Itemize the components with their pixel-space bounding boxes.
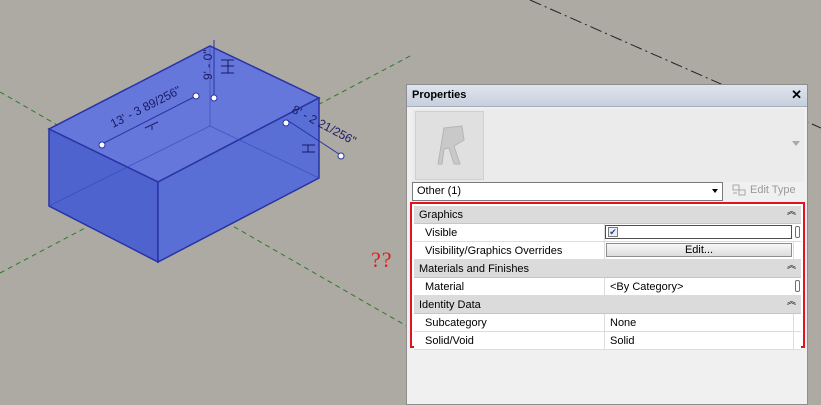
section-header-materials[interactable]: Materials and Finishes ︽ [414, 260, 801, 278]
section-header-identity[interactable]: Identity Data ︽ [414, 296, 801, 314]
property-name: Visibility/Graphics Overrides [425, 245, 563, 257]
property-name: Material [425, 281, 465, 293]
section-label: Materials and Finishes [419, 263, 530, 275]
section-label: Identity Data [419, 299, 481, 311]
property-row-visible: Visible ✔ [414, 224, 801, 242]
model-viewport[interactable]: 13' - 3 89/256" 9' - 0" 8' - 2 21/256" ?… [0, 0, 821, 405]
collapse-icon[interactable]: ︽ [787, 207, 796, 216]
type-selector-value: Other (1) [417, 185, 462, 197]
property-row-subcategory[interactable]: Subcategory None [414, 314, 801, 332]
solid-void-value[interactable]: Solid [610, 335, 634, 347]
property-row-material[interactable]: Material <By Category> [414, 278, 801, 296]
properties-palette: Properties ✕ Other (1) Edit Type Graphic… [406, 84, 808, 405]
preview-dropdown-icon[interactable] [792, 141, 800, 146]
material-value[interactable]: <By Category> [610, 281, 683, 293]
visible-field[interactable]: ✔ [605, 225, 792, 239]
type-selector-dropdown[interactable]: Other (1) [412, 182, 723, 201]
edit-type-icon [732, 184, 746, 196]
property-row-solid-void[interactable]: Solid/Void Solid [414, 332, 801, 350]
selected-mass-box[interactable] [47, 45, 321, 264]
section-label: Graphics [419, 209, 464, 221]
property-name: Solid/Void [425, 335, 474, 347]
family-thumbnail [415, 111, 484, 180]
property-row-visibility-overrides: Visibility/Graphics Overrides Edit... [414, 242, 801, 260]
revit-logo-icon [437, 125, 465, 165]
type-preview [412, 109, 804, 182]
collapse-icon[interactable]: ︽ [787, 261, 796, 270]
properties-title-bar[interactable]: Properties ✕ [407, 85, 807, 107]
scroll-handle[interactable] [795, 226, 800, 238]
overrides-edit-button[interactable]: Edit... [606, 243, 792, 257]
subcategory-value[interactable]: None [610, 317, 636, 329]
visible-checkbox[interactable]: ✔ [608, 227, 618, 237]
close-icon[interactable]: ✕ [791, 87, 802, 103]
question-annotation: ?? [371, 247, 393, 272]
edit-type-button[interactable]: Edit Type [729, 182, 804, 199]
highlighted-properties-grid: Graphics ︽ Visible ✔ Visibility/Graphics… [410, 202, 805, 350]
property-name: Visible [425, 227, 458, 239]
height-dimension-label[interactable]: 9' - 0" [201, 49, 215, 80]
property-name: Subcategory [425, 317, 487, 329]
type-selector-row: Other (1) Edit Type [412, 182, 804, 201]
chevron-down-icon [712, 189, 718, 193]
properties-title: Properties [412, 89, 467, 101]
browse-material-button[interactable] [795, 280, 800, 292]
edit-type-label: Edit Type [750, 184, 796, 196]
collapse-icon[interactable]: ︽ [787, 297, 796, 306]
properties-grid: Graphics ︽ Visible ✔ Visibility/Graphics… [414, 206, 801, 350]
section-header-graphics[interactable]: Graphics ︽ [414, 206, 801, 224]
